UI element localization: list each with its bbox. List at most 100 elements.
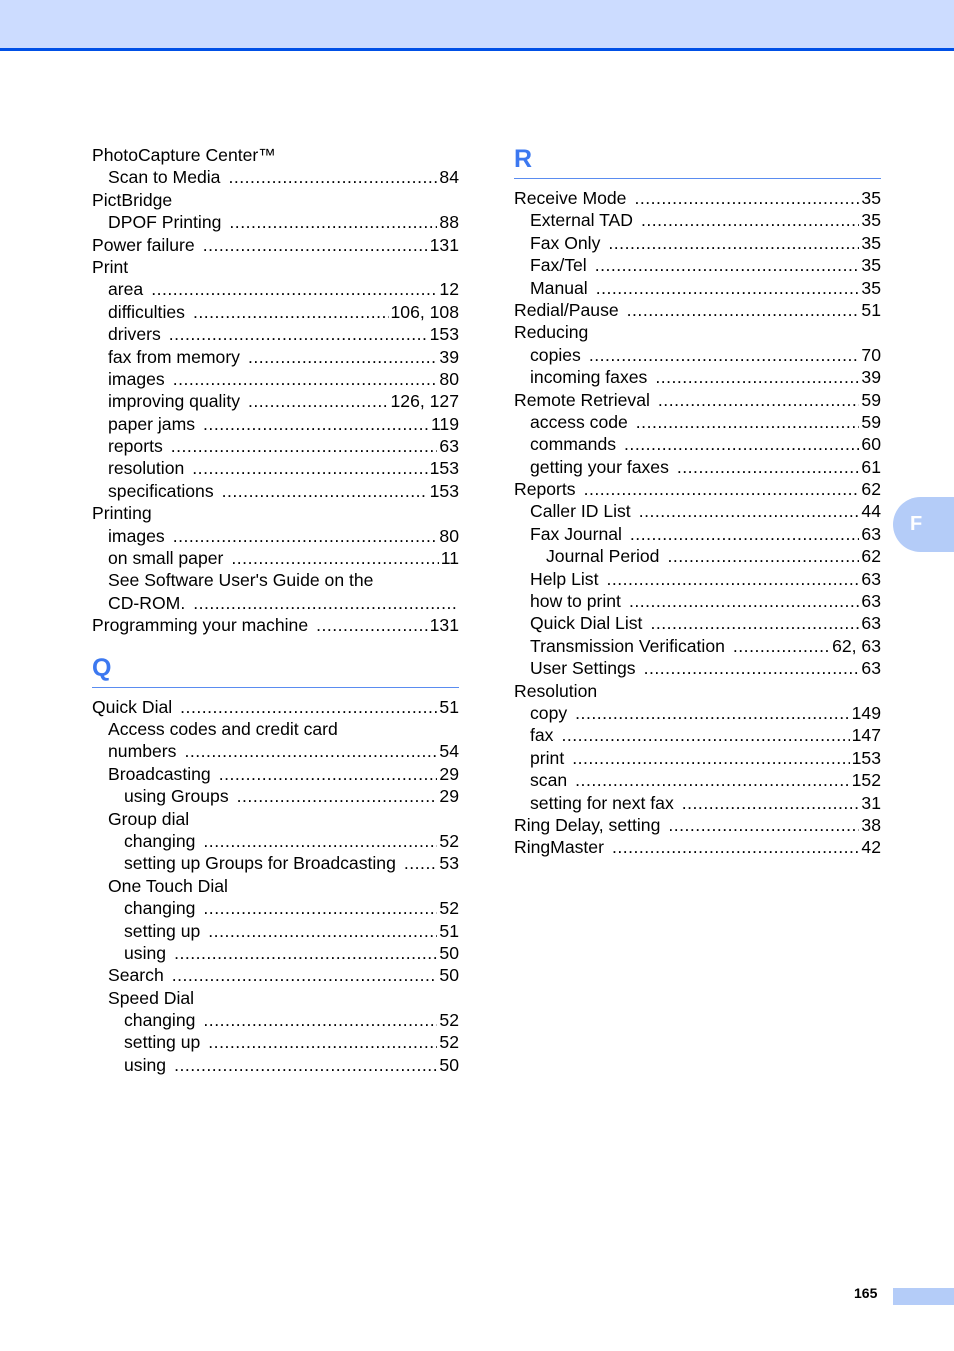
page-reference[interactable]: 60: [861, 433, 881, 455]
page-reference[interactable]: 63: [861, 657, 881, 679]
dot-leader: [595, 254, 860, 276]
page-reference[interactable]: 39: [861, 366, 881, 388]
index-term: Speed Dial: [108, 987, 195, 1008]
index-column-right: R Receive Mode 35 External TAD 35 Fax Only 35…: [514, 144, 881, 859]
index-term: Reports: [514, 479, 576, 500]
page-reference[interactable]: 131: [430, 234, 459, 256]
page-reference[interactable]: 153: [430, 457, 459, 479]
page-reference[interactable]: 29: [439, 763, 459, 785]
page-reference[interactable]: 63: [439, 435, 459, 457]
page-reference[interactable]: 52: [439, 1031, 459, 1053]
index-entry: fax 147: [514, 724, 881, 746]
page-reference[interactable]: 147: [852, 724, 881, 746]
page-reference[interactable]: 106, 108: [391, 301, 460, 323]
index-term: Manual: [530, 277, 588, 298]
page-reference[interactable]: 149: [852, 702, 881, 724]
index-term: setting up Groups for Broadcasting: [124, 853, 396, 874]
index-entry: RingMaster 42: [514, 836, 881, 858]
index-entry: CD-ROM.: [92, 592, 459, 614]
dot-leader: [316, 614, 428, 636]
dot-leader: [639, 500, 860, 522]
index-term: on small paper: [108, 548, 224, 569]
page-reference[interactable]: 53: [439, 852, 459, 874]
page-reference[interactable]: 29: [439, 785, 459, 807]
page-reference[interactable]: 63: [861, 612, 881, 634]
page-reference[interactable]: 52: [439, 897, 459, 919]
entries-q: Quick Dial 51 Access codes and credit card…: [92, 696, 459, 1077]
page-reference[interactable]: 119: [431, 413, 459, 435]
page-reference[interactable]: 88: [439, 211, 459, 233]
page-reference[interactable]: 152: [852, 769, 881, 791]
page-reference[interactable]: 61: [861, 456, 881, 478]
index-term: access code: [530, 411, 628, 432]
index-entry: paper jams 119: [92, 413, 459, 435]
index-entry: Manual 35: [514, 277, 881, 299]
dot-leader: [667, 545, 859, 567]
page-reference[interactable]: 51: [439, 696, 459, 718]
page-reference[interactable]: 35: [861, 277, 881, 299]
dot-leader: [208, 1031, 437, 1053]
index-term: drivers: [108, 324, 161, 345]
dot-leader: [608, 232, 859, 254]
page-reference[interactable]: 80: [439, 525, 459, 547]
page-reference[interactable]: 63: [861, 568, 881, 590]
page-reference[interactable]: 50: [439, 1054, 459, 1076]
page-reference[interactable]: 153: [430, 323, 459, 345]
page-reference[interactable]: 31: [861, 792, 881, 814]
page-reference[interactable]: 62: [861, 545, 881, 567]
index-entry: area 12: [92, 278, 459, 300]
page-reference[interactable]: 70: [861, 344, 881, 366]
page-reference[interactable]: 84: [439, 166, 459, 188]
page-reference[interactable]: 52: [439, 1009, 459, 1031]
dot-leader: [733, 635, 830, 657]
page-reference[interactable]: 11: [441, 547, 459, 569]
page-reference[interactable]: 51: [861, 299, 881, 321]
page-reference[interactable]: 50: [439, 964, 459, 986]
page-reference[interactable]: 39: [439, 346, 459, 368]
page-reference[interactable]: 35: [861, 254, 881, 276]
index-term: using: [124, 1054, 167, 1075]
page-reference[interactable]: 35: [861, 232, 881, 254]
page-reference[interactable]: 80: [439, 368, 459, 390]
dot-leader: [231, 547, 438, 569]
page-reference[interactable]: 126, 127: [391, 390, 460, 412]
page-reference[interactable]: 52: [439, 830, 459, 852]
page-reference[interactable]: 50: [439, 942, 459, 964]
page-reference[interactable]: 59: [861, 411, 881, 433]
page-reference[interactable]: 42: [861, 836, 881, 858]
footer-bar: [893, 1288, 954, 1305]
page-reference[interactable]: 35: [861, 209, 881, 231]
page-reference[interactable]: 131: [430, 614, 459, 636]
page-reference[interactable]: 59: [861, 389, 881, 411]
index-entry: PhotoCapture Center™: [92, 144, 459, 166]
page-reference[interactable]: 63: [861, 590, 881, 612]
page-reference[interactable]: 38: [861, 814, 881, 836]
page-reference[interactable]: 62, 63: [832, 635, 881, 657]
dot-leader: [192, 457, 427, 479]
index-term: specifications: [108, 480, 214, 501]
index-entry: Fax Journal 63: [514, 523, 881, 545]
entries-p: PhotoCapture Center™Scan to Media 84 PictB…: [92, 144, 459, 637]
page-reference[interactable]: 153: [852, 747, 881, 769]
dot-leader: [203, 1009, 437, 1031]
page-reference[interactable]: 35: [861, 187, 881, 209]
dot-leader: [219, 763, 438, 785]
index-term: copies: [530, 344, 581, 365]
page-reference[interactable]: 44: [861, 500, 881, 522]
page-reference[interactable]: 63: [861, 523, 881, 545]
index-term: Scan to Media: [108, 167, 221, 188]
index-entry: PictBridge: [92, 189, 459, 211]
index-term: Print: [92, 256, 129, 277]
page-reference[interactable]: 54: [439, 740, 459, 762]
index-term: fax from memory: [108, 346, 240, 367]
index-term: incoming faxes: [530, 367, 648, 388]
page-reference[interactable]: 51: [439, 920, 459, 942]
index-entry: copies 70: [514, 344, 881, 366]
index-entry: Help List 63: [514, 568, 881, 590]
dot-leader: [636, 411, 860, 433]
page-reference[interactable]: 12: [439, 278, 459, 300]
page-reference[interactable]: 153: [430, 480, 459, 502]
page-reference[interactable]: 62: [861, 478, 881, 500]
chapter-tab[interactable]: F: [893, 497, 954, 552]
dot-leader: [203, 413, 429, 435]
